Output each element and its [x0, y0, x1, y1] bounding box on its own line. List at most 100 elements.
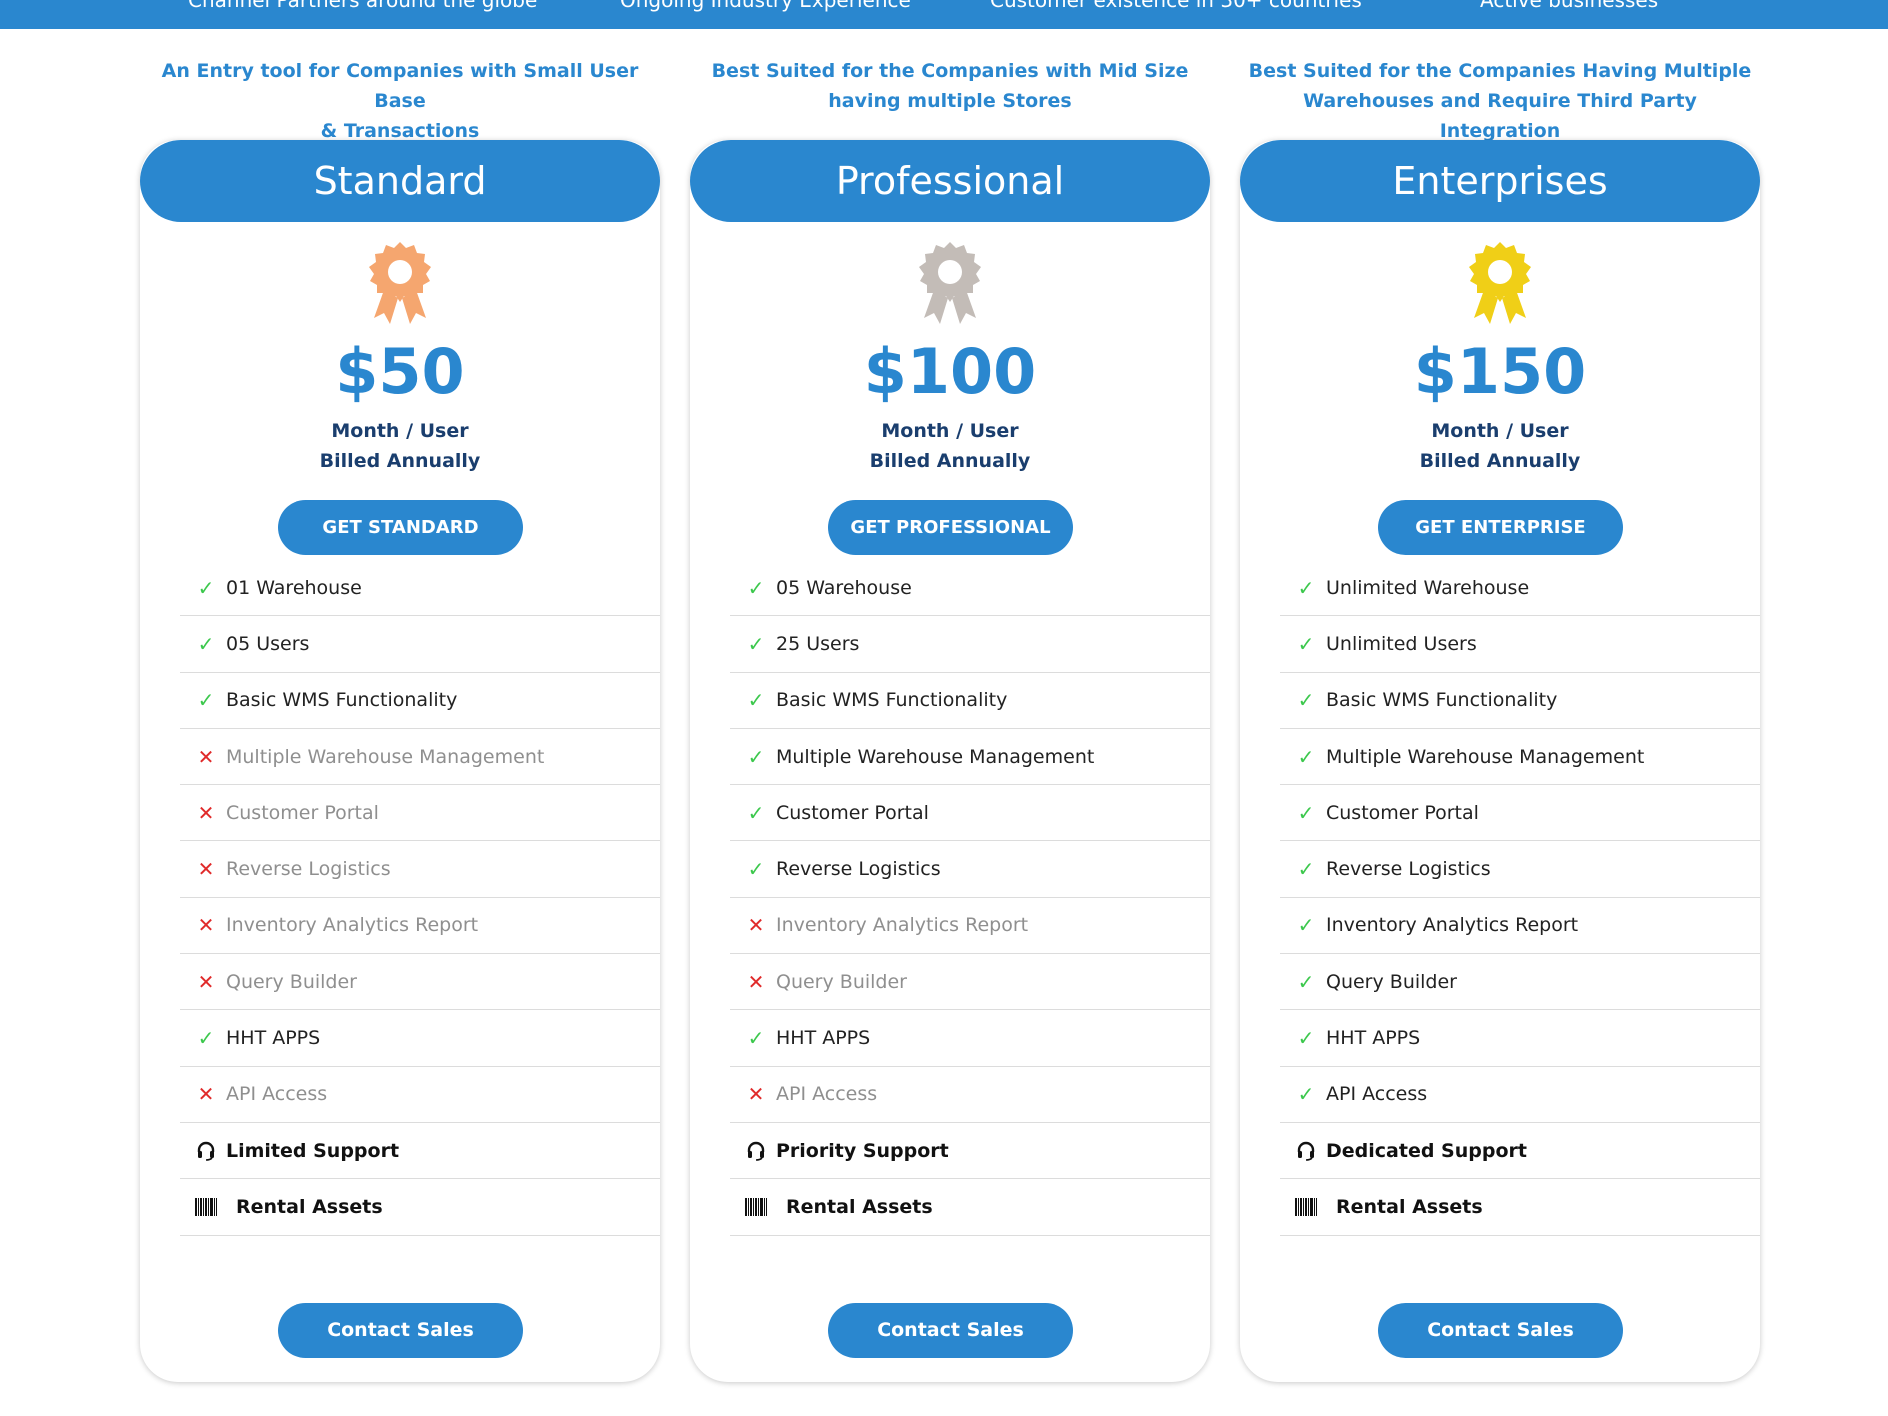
plan-billing: Month / User Billed Annually	[690, 416, 1210, 476]
feature-item: ✕ API Access	[730, 1067, 1210, 1123]
headset-icon	[1290, 1140, 1322, 1162]
feature-label: HHT APPS	[776, 1027, 871, 1050]
feature-item: ✓ Unlimited Users	[1280, 616, 1760, 673]
feature-label: Unlimited Users	[1326, 632, 1477, 655]
cross-icon: ✕	[747, 969, 765, 994]
plan-column-standard: An Entry tool for Companies with Small U…	[140, 0, 660, 1416]
cross-icon: ✕	[197, 744, 215, 769]
check-icon: ✓	[197, 688, 215, 713]
feature-label: Unlimited Warehouse	[1326, 576, 1530, 599]
feature-item: ✓ Basic WMS Functionality	[730, 673, 1210, 729]
plan-tagline-line: having multiple Stores	[828, 90, 1072, 112]
plan-price: $50	[335, 335, 465, 408]
support-item: Priority Support	[730, 1123, 1210, 1180]
feature-label: HHT APPS	[226, 1027, 321, 1050]
cross-icon: ✕	[197, 800, 215, 825]
check-icon: ✓	[1297, 1026, 1315, 1051]
check-icon: ✓	[1297, 688, 1315, 713]
feature-label: 05 Users	[226, 632, 310, 655]
feature-list: ✓ 01 Warehouse ✓ 05 Users ✓ Basic WMS Functio…	[180, 560, 660, 1236]
plan-period: Month / User	[331, 420, 469, 442]
feature-list: ✓ Unlimited Warehouse ✓ Unlimited Users ✓ Bas…	[1280, 560, 1760, 1236]
feature-item: ✓ HHT APPS	[180, 1010, 660, 1067]
plan-period: Month / User	[1431, 420, 1569, 442]
feature-label: Reverse Logistics	[226, 858, 391, 881]
feature-item: ✓ Unlimited Warehouse	[1280, 560, 1760, 617]
feature-item: ✕ Multiple Warehouse Management	[180, 729, 660, 786]
headset-icon	[740, 1140, 772, 1162]
plan-name: Standard	[140, 140, 660, 222]
feature-label: Query Builder	[1326, 970, 1457, 993]
feature-item: ✕ Inventory Analytics Report	[180, 898, 660, 955]
feature-label: Basic WMS Functionality	[1326, 689, 1558, 712]
feature-label: 25 Users	[776, 632, 860, 655]
feature-label: HHT APPS	[1326, 1027, 1421, 1050]
contact-sales-button[interactable]: Contact Sales	[278, 1303, 523, 1358]
feature-label: Multiple Warehouse Management	[1326, 745, 1645, 768]
plan-billing-cycle: Billed Annually	[319, 450, 481, 472]
feature-label: API Access	[776, 1083, 878, 1106]
check-icon: ✓	[747, 575, 765, 600]
check-icon: ✓	[747, 800, 765, 825]
get-plan-button[interactable]: GET PROFESSIONAL	[828, 500, 1073, 555]
rental-assets-item-label: Rental Assets	[236, 1195, 383, 1218]
plan-tagline: An Entry tool for Companies with Small U…	[140, 56, 660, 146]
feature-label: Multiple Warehouse Management	[226, 745, 545, 768]
feature-label: API Access	[1326, 1083, 1428, 1106]
contact-sales-button[interactable]: Contact Sales	[1378, 1303, 1623, 1358]
feature-label: Basic WMS Functionality	[776, 689, 1008, 712]
cross-icon: ✕	[747, 1082, 765, 1107]
award-badge-icon	[1464, 240, 1536, 326]
feature-item: ✓ HHT APPS	[730, 1010, 1210, 1067]
plan-tagline: Best Suited for the Companies with Mid S…	[690, 56, 1210, 116]
support-item: Dedicated Support	[1280, 1123, 1760, 1180]
contact-sales-button[interactable]: Contact Sales	[828, 1303, 1073, 1358]
plan-tagline-line: An Entry tool for Companies with Small U…	[161, 60, 639, 112]
barcode-icon	[1290, 1196, 1322, 1218]
feature-label: 01 Warehouse	[226, 576, 362, 599]
award-badge-icon	[914, 240, 986, 326]
feature-item: ✓ 05 Users	[180, 616, 660, 673]
feature-label: 05 Warehouse	[776, 576, 912, 599]
check-icon: ✓	[1297, 800, 1315, 825]
get-plan-button[interactable]: GET ENTERPRISE	[1378, 500, 1623, 555]
feature-item: ✓ 01 Warehouse	[180, 560, 660, 617]
plan-tagline-line: Best Suited for the Companies Having Mul…	[1248, 60, 1752, 82]
check-icon: ✓	[1297, 1082, 1315, 1107]
feature-item: ✓ 05 Warehouse	[730, 560, 1210, 617]
feature-list: ✓ 05 Warehouse ✓ 25 Users ✓ Basic WMS Functio…	[730, 560, 1210, 1236]
feature-item: ✕ Reverse Logistics	[180, 841, 660, 898]
support-item-label: Priority Support	[776, 1139, 949, 1162]
feature-item: ✓ Customer Portal	[1280, 785, 1760, 842]
rental-assets-item-label: Rental Assets	[1336, 1195, 1483, 1218]
cross-icon: ✕	[197, 1082, 215, 1107]
rental-assets-item: Rental Assets	[1280, 1179, 1760, 1236]
headset-icon	[190, 1140, 222, 1162]
plan-tagline-line: Best Suited for the Companies with Mid S…	[711, 60, 1189, 82]
check-icon: ✓	[747, 857, 765, 882]
cross-icon: ✕	[747, 913, 765, 938]
plan-column-professional: Best Suited for the Companies with Mid S…	[690, 0, 1210, 1416]
plan-billing: Month / User Billed Annually	[140, 416, 660, 476]
feature-label: Reverse Logistics	[1326, 858, 1491, 881]
check-icon: ✓	[197, 631, 215, 656]
plan-tagline: Best Suited for the Companies Having Mul…	[1240, 56, 1760, 146]
get-plan-button[interactable]: GET STANDARD	[278, 500, 523, 555]
feature-item: ✕ API Access	[180, 1067, 660, 1123]
cross-icon: ✕	[197, 913, 215, 938]
feature-item: ✓ 25 Users	[730, 616, 1210, 673]
feature-item: ✕ Query Builder	[180, 954, 660, 1011]
feature-item: ✓ HHT APPS	[1280, 1010, 1760, 1067]
check-icon: ✓	[1297, 575, 1315, 600]
feature-item: ✓ Basic WMS Functionality	[1280, 673, 1760, 729]
cross-icon: ✕	[197, 969, 215, 994]
feature-label: Customer Portal	[1326, 801, 1479, 824]
check-icon: ✓	[1297, 969, 1315, 994]
plan-card: Standard $50 Month / User Billed Annuall…	[140, 140, 660, 1382]
feature-label: Basic WMS Functionality	[226, 689, 458, 712]
check-icon: ✓	[1297, 857, 1315, 882]
cross-icon: ✕	[197, 857, 215, 882]
plan-price: $100	[863, 335, 1037, 408]
check-icon: ✓	[1297, 913, 1315, 938]
support-item-label: Limited Support	[226, 1139, 400, 1162]
